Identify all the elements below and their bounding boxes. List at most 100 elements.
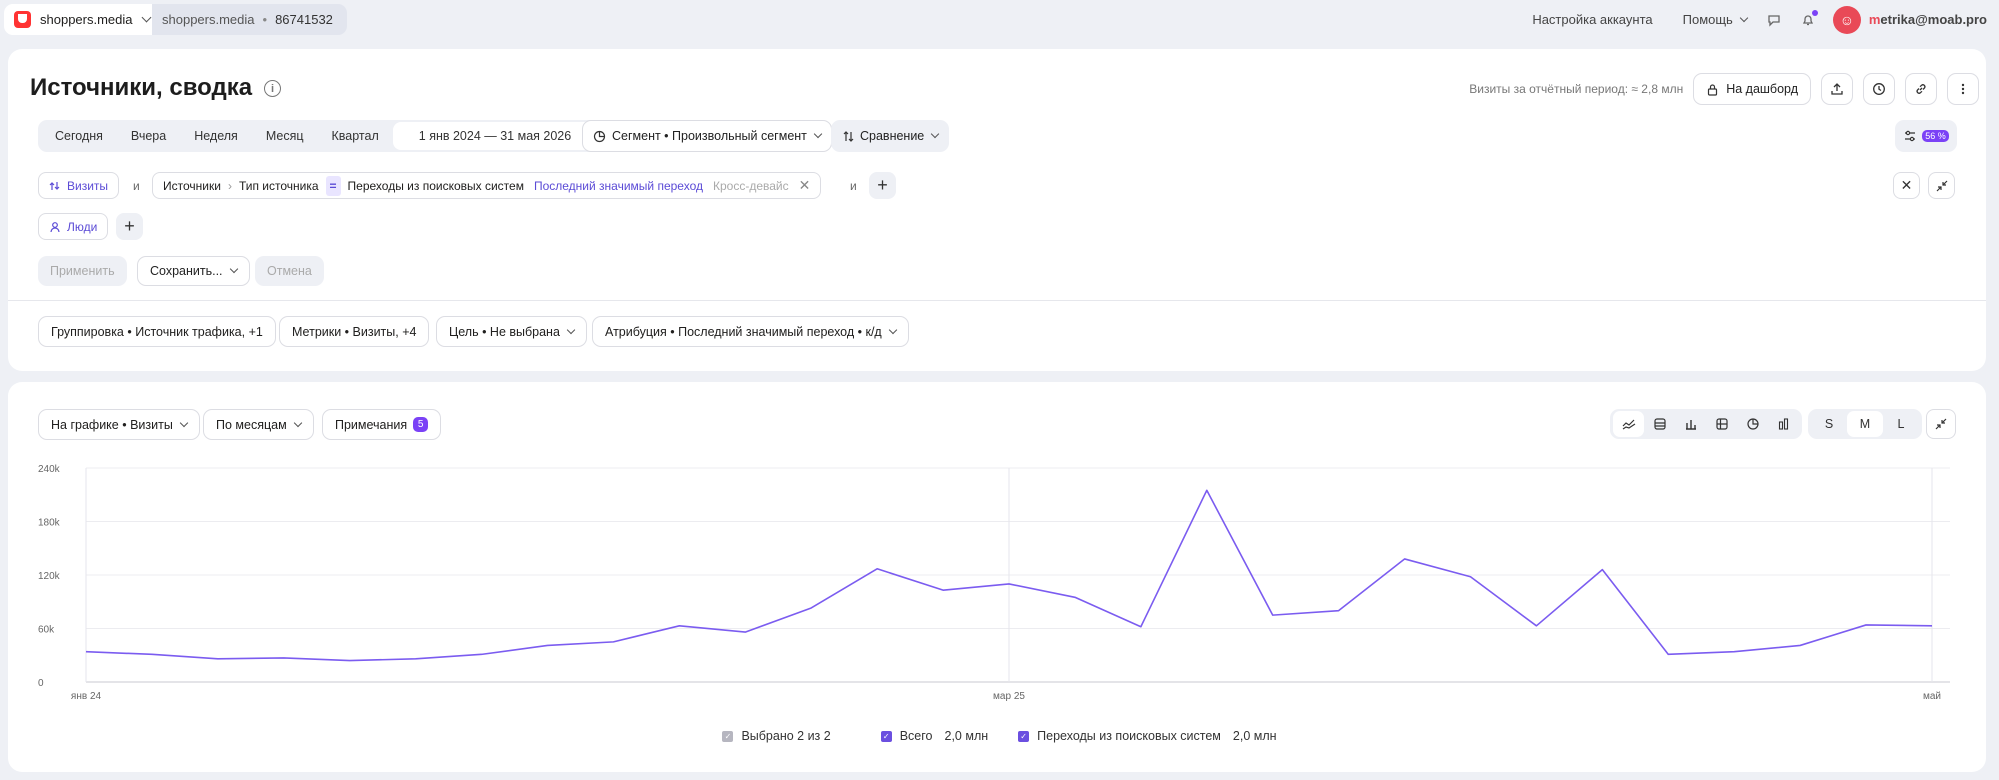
lock-icon [1708, 83, 1718, 96]
account-settings-link[interactable]: Настройка аккаунта [1532, 12, 1652, 27]
line-chart-icon[interactable] [1613, 411, 1644, 437]
and-label: и [133, 179, 140, 193]
period-yesterday[interactable]: Вчера [117, 120, 180, 152]
goal-dropdown[interactable]: Цель • Не выбрана [436, 316, 587, 347]
segment-icon [593, 130, 606, 142]
chevron-down-icon [1739, 13, 1749, 22]
counter-chip[interactable]: shoppers.media • 86741532 [152, 4, 347, 35]
period-selector: Сегодня Вчера Неделя Месяц Квартал 1 янв… [38, 120, 638, 152]
expand-chart-button[interactable] [1926, 409, 1956, 439]
upload-icon [1831, 83, 1843, 95]
histogram-icon[interactable] [1768, 411, 1799, 437]
more-vertical-icon [1961, 83, 1965, 95]
copy-link-button[interactable] [1905, 73, 1937, 105]
visits-icon [49, 181, 60, 190]
period-quarter[interactable]: Квартал [318, 120, 393, 152]
checkbox-icon: ✓ [722, 730, 734, 742]
person-icon [50, 221, 60, 232]
and-label: и [850, 179, 857, 193]
close-icon: ✕ [1900, 177, 1913, 193]
avatar[interactable]: ☺ [1832, 5, 1861, 34]
sampling-badge: 56 % [1922, 130, 1949, 142]
size-l[interactable]: L [1883, 411, 1919, 437]
size-s[interactable]: S [1811, 411, 1847, 437]
collapse-button[interactable] [1928, 172, 1955, 199]
clear-filters-button[interactable]: ✕ [1893, 172, 1920, 199]
to-dashboard-button[interactable]: На дашборд [1693, 73, 1811, 105]
link-icon [1916, 84, 1926, 94]
people-filter-chip[interactable]: Люди [38, 213, 109, 240]
top-bar: shoppers.media shoppers.media • 86741532… [0, 0, 1999, 40]
legend-search[interactable]: ✓ Переходы из поисковых систем 2,0 млн [1018, 729, 1277, 743]
cancel-button[interactable]: Отмена [255, 256, 324, 286]
chevron-down-icon [141, 12, 151, 23]
filter-attribution-link[interactable]: Последний значимый переход [534, 179, 703, 193]
segment-dropdown[interactable]: Сегмент • Произвольный сегмент [582, 120, 832, 152]
operator-equals[interactable]: = [325, 175, 341, 196]
chevron-down-icon [229, 264, 238, 274]
chevron-down-icon [931, 129, 940, 139]
collapse-icon [1936, 180, 1947, 191]
notifications-icon[interactable] [1797, 9, 1819, 31]
column-stack-icon[interactable] [1706, 411, 1737, 437]
notes-button[interactable]: Примечания 5 [322, 409, 442, 440]
sliders-icon [1905, 130, 1916, 142]
apply-button[interactable]: Применить [38, 256, 127, 286]
export-button[interactable] [1821, 73, 1853, 105]
counter-id: 86741532 [275, 12, 333, 27]
save-button[interactable]: Сохранить... [137, 256, 250, 286]
chart-panel [8, 382, 1986, 772]
chevron-down-icon [179, 418, 189, 427]
stacked-area-icon[interactable] [1644, 411, 1675, 437]
size-m[interactable]: M [1847, 411, 1883, 437]
chat-icon[interactable] [1763, 9, 1785, 31]
chart-metric-dropdown[interactable]: На графике • Визиты [38, 409, 200, 440]
source-filter[interactable]: Источники › Тип источника = Переходы из … [152, 172, 822, 199]
metrics-button[interactable]: Метрики • Визиты, +4 [279, 316, 430, 347]
granularity-dropdown[interactable]: По месяцам [203, 409, 314, 440]
filter-value: Переходы из поисковых систем [347, 178, 524, 193]
add-filter-button[interactable]: + [869, 172, 896, 199]
close-icon[interactable]: ✕ [799, 177, 811, 194]
period-week[interactable]: Неделя [180, 120, 252, 152]
legend-total[interactable]: ✓ Всего 2,0 млн [880, 729, 988, 743]
notes-count-badge: 5 [413, 417, 429, 432]
pie-chart-icon[interactable] [1737, 411, 1768, 437]
grouping-button[interactable]: Группировка • Источник трафика, +1 [38, 316, 276, 347]
chevron-down-icon [813, 129, 823, 139]
chevron-down-icon [293, 418, 302, 427]
sampling-button[interactable]: 56 % [1895, 120, 1957, 152]
legend-selected[interactable]: ✓ Выбрано 2 из 2 [722, 729, 831, 743]
add-people-filter-button[interactable]: + [116, 213, 143, 240]
info-icon[interactable]: i [264, 80, 281, 97]
filter-path-source-type: Тип источника [238, 178, 319, 193]
visits-summary: Визиты за отчётный период: ≈ 2,8 млн [1469, 82, 1684, 96]
divider [8, 300, 1986, 301]
checkbox-icon: ✓ [1018, 730, 1030, 742]
more-button[interactable] [1947, 73, 1979, 105]
chart-size-switcher: S M L [1808, 409, 1922, 439]
clock-icon [1873, 83, 1885, 95]
chart-type-switcher [1610, 409, 1802, 439]
attribution-dropdown[interactable]: Атрибуция • Последний значимый переход •… [592, 316, 909, 347]
notification-dot [1811, 9, 1818, 16]
help-label: Помощь [1682, 12, 1733, 27]
account-switcher[interactable]: shoppers.media [4, 4, 160, 35]
collapse-icon [1935, 418, 1947, 430]
counter-name: shoppers.media [162, 12, 255, 27]
chevron-down-icon [566, 325, 576, 334]
filter-cross-device: Кросс-девайс [713, 178, 789, 193]
account-name: shoppers.media [40, 12, 133, 27]
chart-legend: ✓ Выбрано 2 из 2 ✓ Всего 2,0 млн ✓ Перех… [0, 729, 1999, 743]
compare-arrows-icon [843, 130, 854, 142]
bar-chart-icon[interactable] [1675, 411, 1706, 437]
period-month[interactable]: Месяц [252, 120, 318, 152]
user-login[interactable]: metrika@moab.pro [1869, 12, 1987, 27]
filter-path-sources: Источники [163, 178, 221, 193]
visits-filter-chip[interactable]: Визиты [38, 172, 120, 199]
period-today[interactable]: Сегодня [41, 120, 117, 152]
help-menu[interactable]: Помощь [1682, 12, 1749, 27]
compare-dropdown[interactable]: Сравнение [831, 120, 950, 152]
chevron-down-icon [888, 325, 897, 334]
history-button[interactable] [1863, 73, 1895, 105]
